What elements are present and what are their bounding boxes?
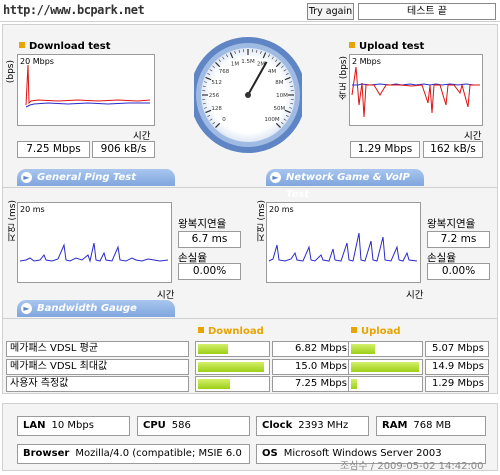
- ping-loss-value: 0.00%: [178, 263, 241, 280]
- download-bar-fill: [198, 362, 264, 372]
- gauge-tick-label: 1M: [231, 62, 239, 68]
- upload-bar-fill: [351, 344, 375, 354]
- game-chart: 20 ms: [266, 202, 421, 283]
- upload-mbps: 1.29 Mbps: [350, 141, 420, 158]
- ping-line: [19, 242, 169, 263]
- game-plot: [268, 232, 418, 262]
- bullet-icon: [351, 327, 357, 333]
- clock-info: Clock 2393 MHz: [256, 416, 369, 436]
- cpu-info: CPU 586: [137, 416, 250, 436]
- tab-network-game[interactable]: ► Network Game & VoIP Test: [266, 169, 424, 200]
- download-kbs: 906 kB/s: [92, 141, 155, 158]
- bullet-icon: [349, 42, 355, 48]
- download-title: Download test: [19, 41, 111, 52]
- upload-title: Upload test: [349, 41, 424, 52]
- bandwidth-upload-header: Upload: [351, 326, 400, 337]
- game-xlabel: 시간: [406, 290, 424, 301]
- game-rtt-value: 7.2 ms: [427, 231, 490, 248]
- upload-bar: [348, 376, 423, 392]
- try-again-button[interactable]: Try again: [307, 3, 354, 20]
- upload-kbs: 162 kB/s: [423, 141, 483, 158]
- gauge-tick-label: 0: [222, 117, 226, 123]
- upload-bar-value: 14.9 Mbps: [425, 359, 489, 375]
- download-bar: [195, 376, 270, 392]
- download-plot: [25, 64, 151, 108]
- gauge-tick-label: 8M: [275, 80, 283, 86]
- ram-info: RAM 768 MB: [376, 416, 486, 436]
- bandwidth-download-header: Download: [198, 326, 264, 337]
- divider: [2, 318, 498, 319]
- upload-plot: [351, 66, 480, 118]
- download-xlabel: 시간: [133, 131, 151, 142]
- download-bar-value: 6.82 Mbps: [272, 341, 352, 357]
- bandwidth-row-label: 메가패스 VDSL 최대값: [6, 359, 189, 375]
- arrow-icon: ►: [21, 172, 32, 183]
- upload-bar-value: 1.29 Mbps: [425, 376, 489, 392]
- divider: [2, 187, 498, 188]
- download-bar-value: 15.0 Mbps: [272, 359, 352, 375]
- ping-plot: [19, 242, 169, 263]
- download-chart: 20 Mbps: [17, 54, 155, 126]
- game-line: [268, 232, 418, 262]
- download-bar-fill: [198, 344, 228, 354]
- upload-bar-fill: [351, 362, 419, 372]
- tab-bandwidth-gauge[interactable]: ► Bandwidth Gauge: [17, 300, 175, 317]
- arrow-icon: ►: [270, 172, 281, 183]
- browser-info: Browser Mozilla/4.0 (compatible; MSIE 6.0: [17, 444, 250, 464]
- game-rtt-label: 왕복지연율: [427, 218, 476, 230]
- site-url: http://www.bcpark.net: [3, 3, 145, 17]
- download-bar-value: 7.25 Mbps: [272, 376, 352, 392]
- bullet-icon: [198, 327, 204, 333]
- ping-chart: 20 ms: [17, 202, 172, 283]
- gauge-tick-label: 1.5M: [241, 59, 255, 65]
- download-line-blue: [25, 102, 150, 108]
- download-line-red: [25, 64, 151, 106]
- gauge-tick-label: 50M: [274, 106, 286, 112]
- download-ylabel: (bps): [6, 60, 16, 84]
- footer-timestamp: 조심수 / 2009-05-02 14:42:00: [340, 461, 484, 472]
- upload-line-red: [351, 66, 480, 118]
- gauge-tick-label: 4M: [268, 69, 276, 75]
- download-bar-fill: [198, 379, 230, 389]
- download-mbps: 7.25 Mbps: [17, 141, 90, 158]
- upload-bar: [348, 341, 423, 357]
- upload-bar-fill: [351, 379, 357, 389]
- gauge-tick-label: 512: [211, 80, 222, 86]
- gauge-tick-label: 768: [219, 69, 230, 75]
- gauge-tick-label: 256: [209, 93, 220, 99]
- arrow-icon: ►: [21, 303, 32, 314]
- ping-xlabel: 시간: [157, 290, 175, 301]
- bullet-icon: [19, 42, 25, 48]
- lan-info: LAN 10 Mbps: [17, 416, 130, 436]
- upload-bar-value: 5.07 Mbps: [425, 341, 489, 357]
- bandwidth-row-label: 사용자 측정값: [6, 376, 189, 392]
- bandwidth-row-label: 메가패스 VDSL 평균: [6, 341, 189, 357]
- tab-general-ping[interactable]: ► General Ping Test: [17, 169, 175, 186]
- gauge-tick-label: 100M: [264, 117, 279, 123]
- gauge-hub: [245, 92, 251, 98]
- ping-rtt-label: 왕복지연율: [178, 218, 227, 230]
- ping-rtt-value: 6.7 ms: [178, 231, 241, 248]
- gauge-tick-label: 128: [211, 106, 222, 112]
- game-loss-value: 0.00%: [427, 263, 490, 280]
- gauge-tick-label: 10M: [276, 93, 288, 99]
- upload-xlabel: 시간: [464, 131, 482, 142]
- test-status: 테스트 끝: [358, 3, 496, 20]
- upload-bar: [348, 359, 423, 375]
- download-bar: [195, 341, 270, 357]
- download-bar: [195, 359, 270, 375]
- speed-gauge: 01282565127681M 1.5M 2M4M8M10M50M100M: [194, 37, 302, 153]
- upload-chart: 2 Mbps: [349, 54, 483, 126]
